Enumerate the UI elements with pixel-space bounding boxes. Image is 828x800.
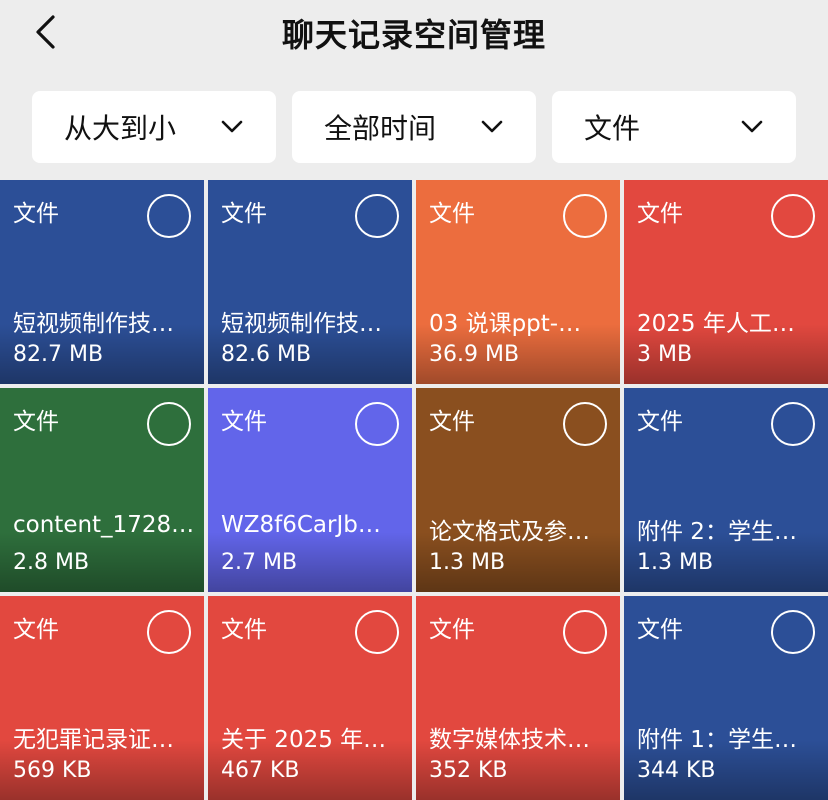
file-size: 3 MB: [637, 342, 693, 367]
file-name: 数字媒体技术…: [429, 727, 590, 753]
file-tile[interactable]: 文件 content_1728… 2.8 MB: [0, 388, 204, 592]
file-type-dropdown[interactable]: 文件: [552, 91, 796, 163]
select-checkbox[interactable]: [771, 402, 815, 446]
file-type-label: 文件: [13, 201, 59, 227]
chevron-down-icon: [221, 120, 243, 133]
file-name: 短视频制作技…: [13, 311, 174, 337]
file-size: 82.7 MB: [13, 342, 104, 367]
select-checkbox[interactable]: [771, 194, 815, 238]
select-checkbox[interactable]: [771, 610, 815, 654]
select-checkbox[interactable]: [563, 610, 607, 654]
select-checkbox[interactable]: [147, 402, 191, 446]
time-range-dropdown[interactable]: 全部时间: [292, 91, 536, 163]
file-size: 467 KB: [221, 758, 300, 783]
select-checkbox[interactable]: [563, 194, 607, 238]
file-size: 352 KB: [429, 758, 508, 783]
file-tile[interactable]: 文件 2025 年人工… 3 MB: [624, 180, 828, 384]
file-type-label: 文件: [637, 409, 683, 435]
file-type-label: 文件: [637, 201, 683, 227]
file-type-label: 文件: [13, 409, 59, 435]
file-type-label: 文件: [221, 201, 267, 227]
file-grid: 文件 短视频制作技… 82.7 MB 文件 短视频制作技… 82.6 MB 文件 03 说课p…: [0, 180, 828, 800]
file-name: 2025 年人工…: [637, 311, 795, 337]
file-type-label: 文件: [429, 617, 475, 643]
file-name: 附件 1：学生…: [637, 727, 797, 753]
select-checkbox[interactable]: [355, 194, 399, 238]
time-range-label: 全部时间: [324, 112, 437, 145]
file-type-label: 文件: [221, 617, 267, 643]
file-size: 2.8 MB: [13, 550, 90, 575]
file-name: 无犯罪记录证…: [13, 727, 174, 753]
select-checkbox[interactable]: [355, 610, 399, 654]
file-size: 1.3 MB: [429, 550, 506, 575]
chevron-down-icon: [741, 120, 763, 133]
chevron-left-icon: [36, 15, 55, 49]
file-tile[interactable]: 文件无犯罪记录证… 569 KB: [0, 596, 204, 800]
file-tile[interactable]: 文件数字媒体技术… 352 KB: [416, 596, 620, 800]
file-tile[interactable]: 文件附件 1：学生… 344 KB: [624, 596, 828, 800]
sort-order-label: 从大到小: [64, 112, 177, 145]
file-tile[interactable]: 文件关于 2025 年… 467 KB: [208, 596, 412, 800]
file-tile[interactable]: 文件短视频制作技… 82.6 MB: [208, 180, 412, 384]
file-tile[interactable]: 文件 WZ8f6CarJb… 2.7 MB: [208, 388, 412, 592]
sort-order-dropdown[interactable]: 从大到小: [32, 91, 276, 163]
file-size: 569 KB: [13, 758, 92, 783]
file-tile[interactable]: 文件附件 2：学生… 1.3 MB: [624, 388, 828, 592]
file-name: 论文格式及参…: [429, 519, 590, 545]
file-type-label: 文件: [637, 617, 683, 643]
file-size: 2.7 MB: [221, 550, 298, 575]
select-checkbox[interactable]: [147, 610, 191, 654]
page-title: 聊天记录空间管理: [281, 16, 546, 54]
header: 聊天记录空间管理: [0, 0, 828, 66]
file-name: 03 说课ppt-…: [429, 311, 582, 337]
file-size: 344 KB: [637, 758, 716, 783]
chat-storage-page: 聊天记录空间管理 从大到小 全部时间 文件 文件 短视频制作技… 82.7 MB 文件…: [0, 0, 828, 800]
file-name: 关于 2025 年…: [221, 727, 387, 753]
file-type-label: 文件: [584, 112, 641, 145]
select-checkbox[interactable]: [147, 194, 191, 238]
file-type-label: 文件: [221, 409, 267, 435]
back-button[interactable]: [28, 12, 64, 52]
filter-bar: 从大到小 全部时间 文件: [32, 91, 796, 163]
file-size: 36.9 MB: [429, 342, 520, 367]
file-size: 1.3 MB: [637, 550, 714, 575]
file-type-label: 文件: [429, 201, 475, 227]
select-checkbox[interactable]: [355, 402, 399, 446]
file-name: WZ8f6CarJb…: [221, 512, 381, 538]
file-size: 82.6 MB: [221, 342, 312, 367]
file-tile[interactable]: 文件短视频制作技… 82.7 MB: [0, 180, 204, 384]
file-tile[interactable]: 文件论文格式及参… 1.3 MB: [416, 388, 620, 592]
file-name: content_1728…: [13, 512, 193, 538]
file-type-label: 文件: [429, 409, 475, 435]
file-name: 短视频制作技…: [221, 311, 382, 337]
file-name: 附件 2：学生…: [637, 519, 797, 545]
select-checkbox[interactable]: [563, 402, 607, 446]
file-type-label: 文件: [13, 617, 59, 643]
file-tile[interactable]: 文件 03 说课ppt-… 36.9 MB: [416, 180, 620, 384]
chevron-down-icon: [481, 120, 503, 133]
